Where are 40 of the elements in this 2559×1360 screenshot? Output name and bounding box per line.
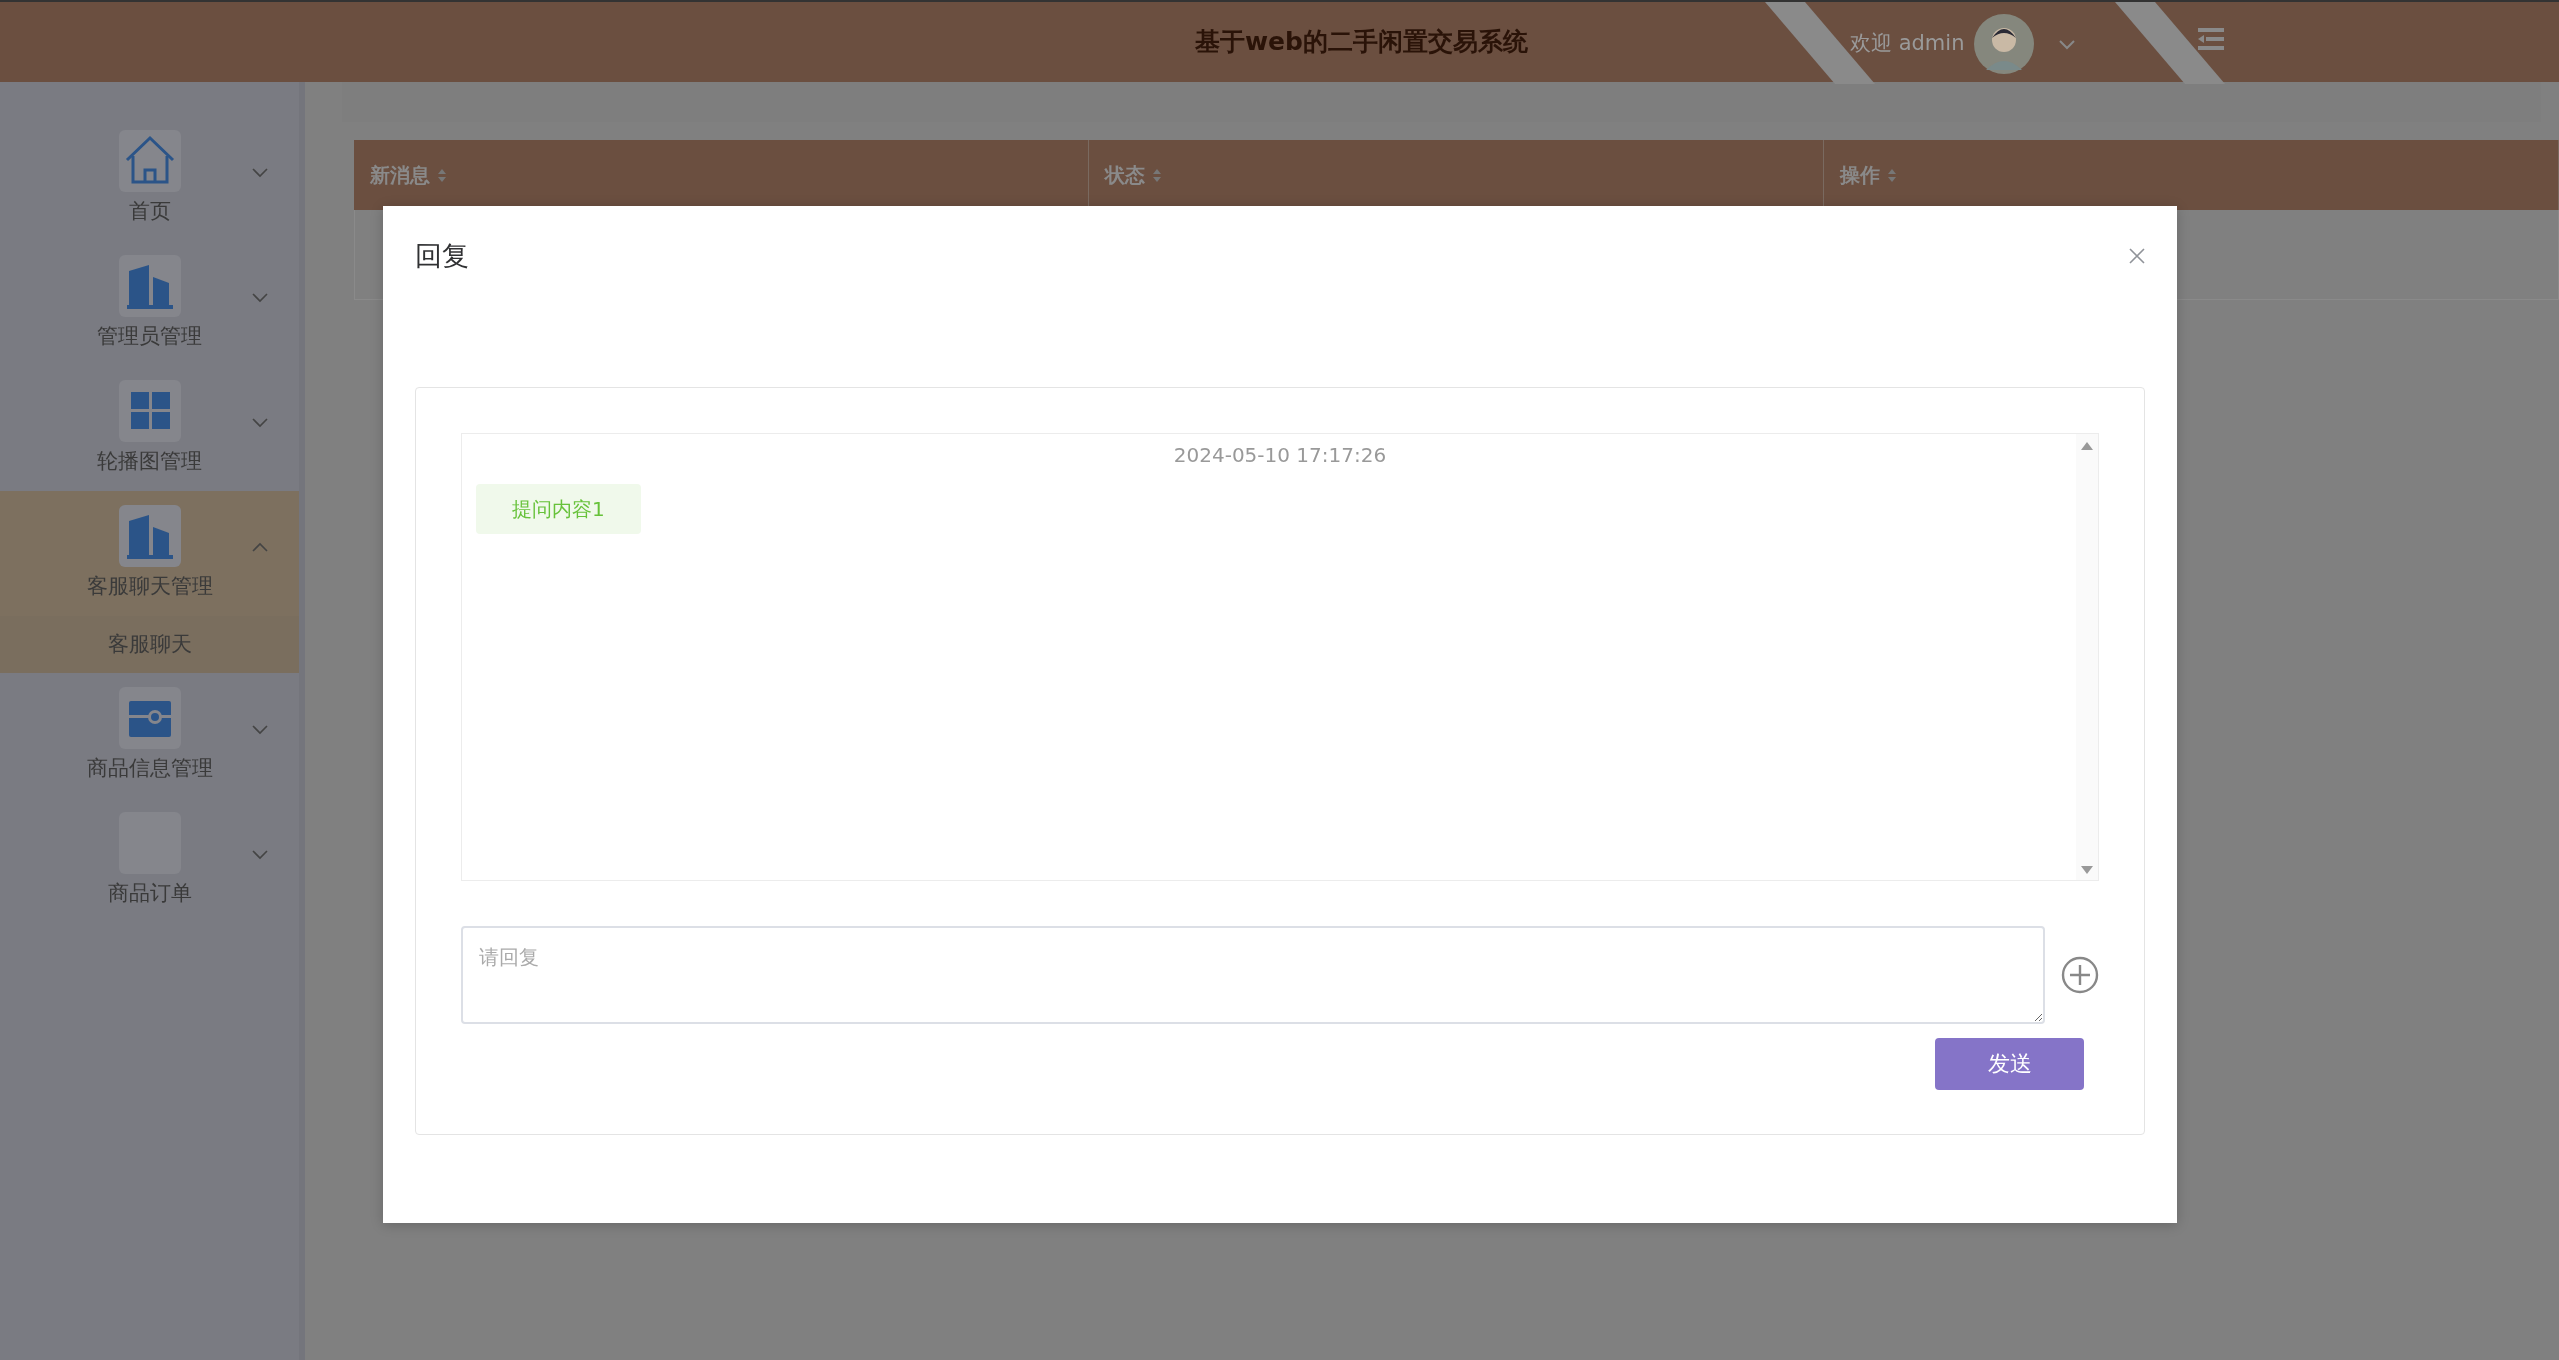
reply-field[interactable]: 请回复 xyxy=(461,925,2045,1024)
menu-item[interactable]: 首页 xyxy=(0,116,299,241)
menu-label: 轮播图管理 xyxy=(97,447,202,475)
column-header[interactable]: 状态 xyxy=(1105,160,1145,190)
menu-icon[interactable] xyxy=(2198,28,2224,50)
menu-item[interactable]: 客服聊天管理 xyxy=(0,491,299,616)
message-bubble: 提问内容1 xyxy=(476,483,641,534)
menu-item[interactable]: 商品订单 xyxy=(0,798,299,923)
chevron-icon[interactable] xyxy=(251,291,269,304)
scroll-down-icon[interactable] xyxy=(2081,865,2093,874)
chevron-icon[interactable] xyxy=(251,166,269,179)
caret-icon[interactable] xyxy=(2058,37,2077,51)
column-header[interactable]: 操作 xyxy=(1840,160,1880,190)
menu-label: 首页 xyxy=(128,197,171,225)
menu-item[interactable]: 轮播图管理 xyxy=(0,366,299,491)
add-icon[interactable] xyxy=(2061,955,2099,994)
modal-title: 回复 xyxy=(415,239,469,273)
menu-label: 商品信息管理 xyxy=(86,754,213,782)
chevron-icon[interactable] xyxy=(251,723,269,736)
app-title: 基于web的二手闲置交易系统 xyxy=(1195,26,1528,59)
close-icon[interactable] xyxy=(2129,248,2145,265)
avatar-icon[interactable] xyxy=(1974,14,2035,74)
message-time: 2024-05-10 17:17:26 xyxy=(1173,441,1387,469)
sort-icon[interactable] xyxy=(1888,168,1896,182)
welcome-text: 欢迎 admin xyxy=(1850,30,1965,58)
menu-label: 管理员管理 xyxy=(97,322,202,350)
chevron-icon[interactable] xyxy=(251,848,269,861)
menu-label: 客服聊天管理 xyxy=(86,572,213,600)
chevron-icon[interactable] xyxy=(251,416,269,429)
scrollbar[interactable] xyxy=(2076,433,2098,880)
column-header[interactable]: 新消息 xyxy=(370,160,430,190)
chevron-icon[interactable] xyxy=(251,541,269,554)
menu-item[interactable]: 商品信息管理 xyxy=(0,673,299,798)
menu-label: 商品订单 xyxy=(107,879,192,907)
send-button[interactable]: 发送 xyxy=(1935,1037,2084,1090)
menu-item[interactable]: 管理员管理 xyxy=(0,241,299,366)
sort-icon[interactable] xyxy=(438,168,446,182)
submenu-item[interactable]: 客服聊天 xyxy=(0,616,299,673)
sort-icon[interactable] xyxy=(1153,168,1161,182)
scroll-up-icon[interactable] xyxy=(2081,441,2093,450)
